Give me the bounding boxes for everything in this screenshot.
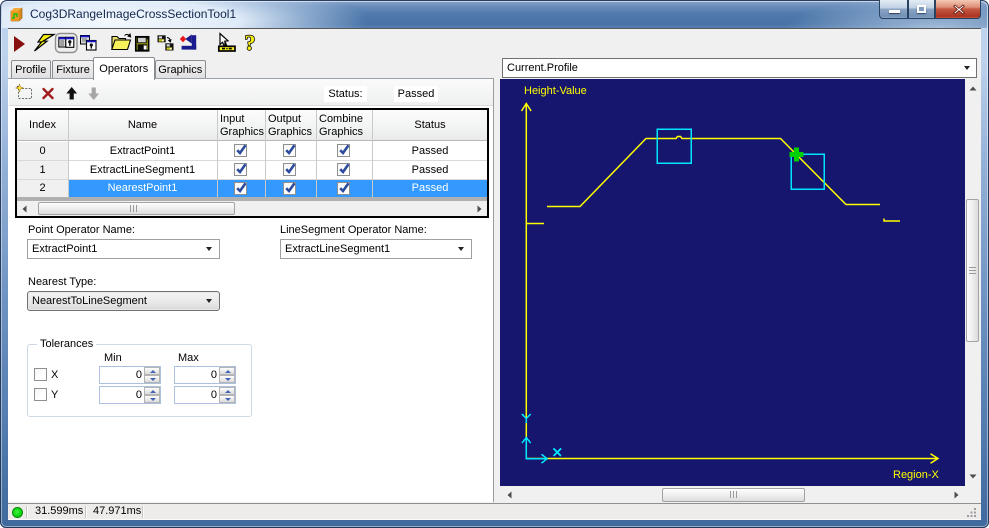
svg-text:Height-Value: Height-Value: [524, 85, 587, 97]
svg-text:?: ?: [245, 30, 256, 55]
svg-text:Region-X: Region-X: [893, 469, 940, 481]
